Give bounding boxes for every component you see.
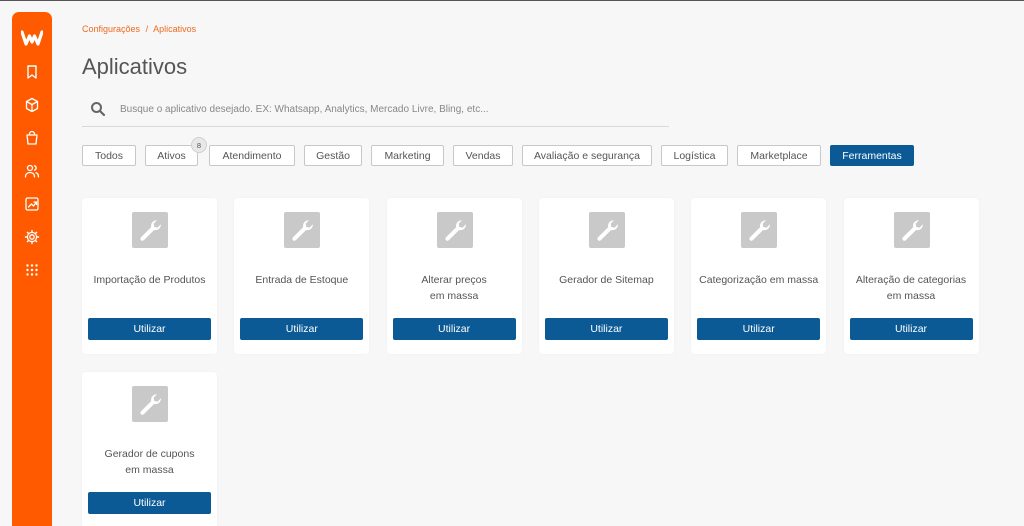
filter-chip-ativos[interactable]: Ativos 8 bbox=[145, 137, 207, 166]
breadcrumb-separator: / bbox=[145, 24, 149, 34]
count-badge: 8 bbox=[191, 137, 207, 153]
app-icon-box bbox=[132, 212, 168, 248]
box-icon bbox=[25, 97, 39, 113]
filter-chip-label: Logística bbox=[673, 149, 716, 162]
app-name: Alteração de categorias em massa bbox=[855, 274, 967, 302]
filter-chip-label: Ativos bbox=[157, 149, 186, 162]
wrench-icon bbox=[901, 220, 923, 241]
search-icon[interactable] bbox=[90, 101, 106, 117]
filter-chip-ferramentas[interactable]: Ferramentas bbox=[830, 145, 914, 166]
app-card: Gerador de cupons em massa Utilizar bbox=[82, 372, 217, 526]
filter-chip-gestao[interactable]: Gestão bbox=[304, 145, 362, 166]
sidebar bbox=[12, 12, 52, 526]
filter-chip-marketing[interactable]: Marketing bbox=[371, 145, 444, 166]
app-icon-box bbox=[588, 212, 625, 248]
app-card: Categorização em massa Utilizar bbox=[691, 198, 827, 354]
filter-chip-vendas[interactable]: Vendas bbox=[453, 145, 513, 166]
use-app-button[interactable]: Utilizar bbox=[88, 318, 211, 340]
wrench-icon bbox=[140, 220, 161, 241]
breadcrumb: Configurações / Aplicativos bbox=[82, 24, 196, 34]
filter-chip-label: Vendas bbox=[465, 149, 501, 162]
app-name: Alterar preços em massa bbox=[421, 274, 487, 302]
app-icon-box bbox=[741, 212, 778, 248]
breadcrumb-current: Aplicativos bbox=[153, 24, 197, 34]
app-name: Gerador de cupons em massa bbox=[104, 448, 195, 476]
app-icon-box bbox=[436, 212, 473, 248]
use-app-button[interactable]: Utilizar bbox=[697, 318, 821, 340]
app-card: Gerador de Sitemap Utilizar bbox=[538, 198, 674, 354]
gear-icon bbox=[24, 229, 40, 245]
app-name: Entrada de Estoque bbox=[255, 274, 349, 286]
use-app-button[interactable]: Utilizar bbox=[88, 492, 211, 514]
use-app-button[interactable]: Utilizar bbox=[544, 318, 668, 340]
filter-chip-label: Ferramentas bbox=[842, 149, 902, 162]
wrench-icon bbox=[597, 220, 618, 241]
use-app-button[interactable]: Utilizar bbox=[240, 318, 364, 340]
main-content: Configurações / Aplicativos Aplicativos … bbox=[82, 0, 1024, 526]
app-name: Gerador de Sitemap bbox=[559, 274, 654, 286]
sidebar-item-shopping-bag[interactable] bbox=[22, 128, 42, 148]
search-bar bbox=[82, 92, 669, 127]
app-icon-box bbox=[893, 212, 930, 248]
wrench-icon bbox=[292, 220, 314, 241]
wrench-icon bbox=[140, 394, 161, 415]
app-icon-box bbox=[284, 212, 321, 248]
app-card: Entrada de Estoque Utilizar bbox=[234, 198, 370, 354]
app-name: Importação de Produtos bbox=[93, 274, 206, 286]
sidebar-item-chart[interactable] bbox=[22, 194, 42, 214]
app-name: Categorização em massa bbox=[699, 274, 819, 286]
sidebar-item-box[interactable] bbox=[22, 95, 42, 115]
sidebar-item-bookmark[interactable] bbox=[22, 62, 42, 82]
use-app-button[interactable]: Utilizar bbox=[849, 318, 973, 340]
bookmark-icon bbox=[27, 65, 37, 79]
sidebar-item-gear[interactable] bbox=[22, 227, 42, 247]
filter-chip-avaliacao-e-seguranca[interactable]: Avaliação e segurança bbox=[522, 145, 652, 166]
wrench-icon bbox=[749, 220, 771, 241]
use-app-button[interactable]: Utilizar bbox=[392, 318, 516, 340]
grid-icon bbox=[26, 264, 38, 276]
filter-chip-label: Avaliação e segurança bbox=[533, 149, 641, 162]
filter-chip-label: Atendimento bbox=[222, 149, 282, 162]
filter-chip-marketplace[interactable]: Marketplace bbox=[737, 145, 821, 166]
app-card: Importação de Produtos Utilizar bbox=[82, 198, 217, 354]
users-icon bbox=[24, 164, 40, 178]
filter-chip-label: Marketplace bbox=[750, 149, 808, 162]
chart-icon bbox=[25, 197, 39, 211]
app-icon-box bbox=[132, 386, 168, 422]
w-logo-icon[interactable] bbox=[21, 30, 43, 46]
filter-chip-logistica[interactable]: Logística bbox=[661, 145, 728, 166]
filter-chip-todos[interactable]: Todos bbox=[82, 145, 136, 166]
shopping-bag-icon bbox=[26, 130, 38, 145]
app-card: Alteração de categorias em massa Utilizar bbox=[843, 198, 979, 354]
wrench-icon bbox=[445, 220, 466, 241]
breadcrumb-link-configuracoes[interactable]: Configurações bbox=[82, 24, 140, 34]
search-input[interactable] bbox=[120, 103, 640, 115]
filter-chip-atendimento[interactable]: Atendimento bbox=[209, 145, 295, 166]
sidebar-item-users[interactable] bbox=[22, 161, 42, 181]
page-title: Aplicativos bbox=[82, 54, 188, 79]
sidebar-item-grid[interactable] bbox=[22, 260, 42, 280]
filter-chip-label: Marketing bbox=[384, 149, 431, 162]
filter-chip-label: Gestão bbox=[316, 149, 350, 162]
filter-chip-label: Todos bbox=[94, 149, 124, 162]
app-card: Alterar preços em massa Utilizar bbox=[386, 198, 522, 354]
